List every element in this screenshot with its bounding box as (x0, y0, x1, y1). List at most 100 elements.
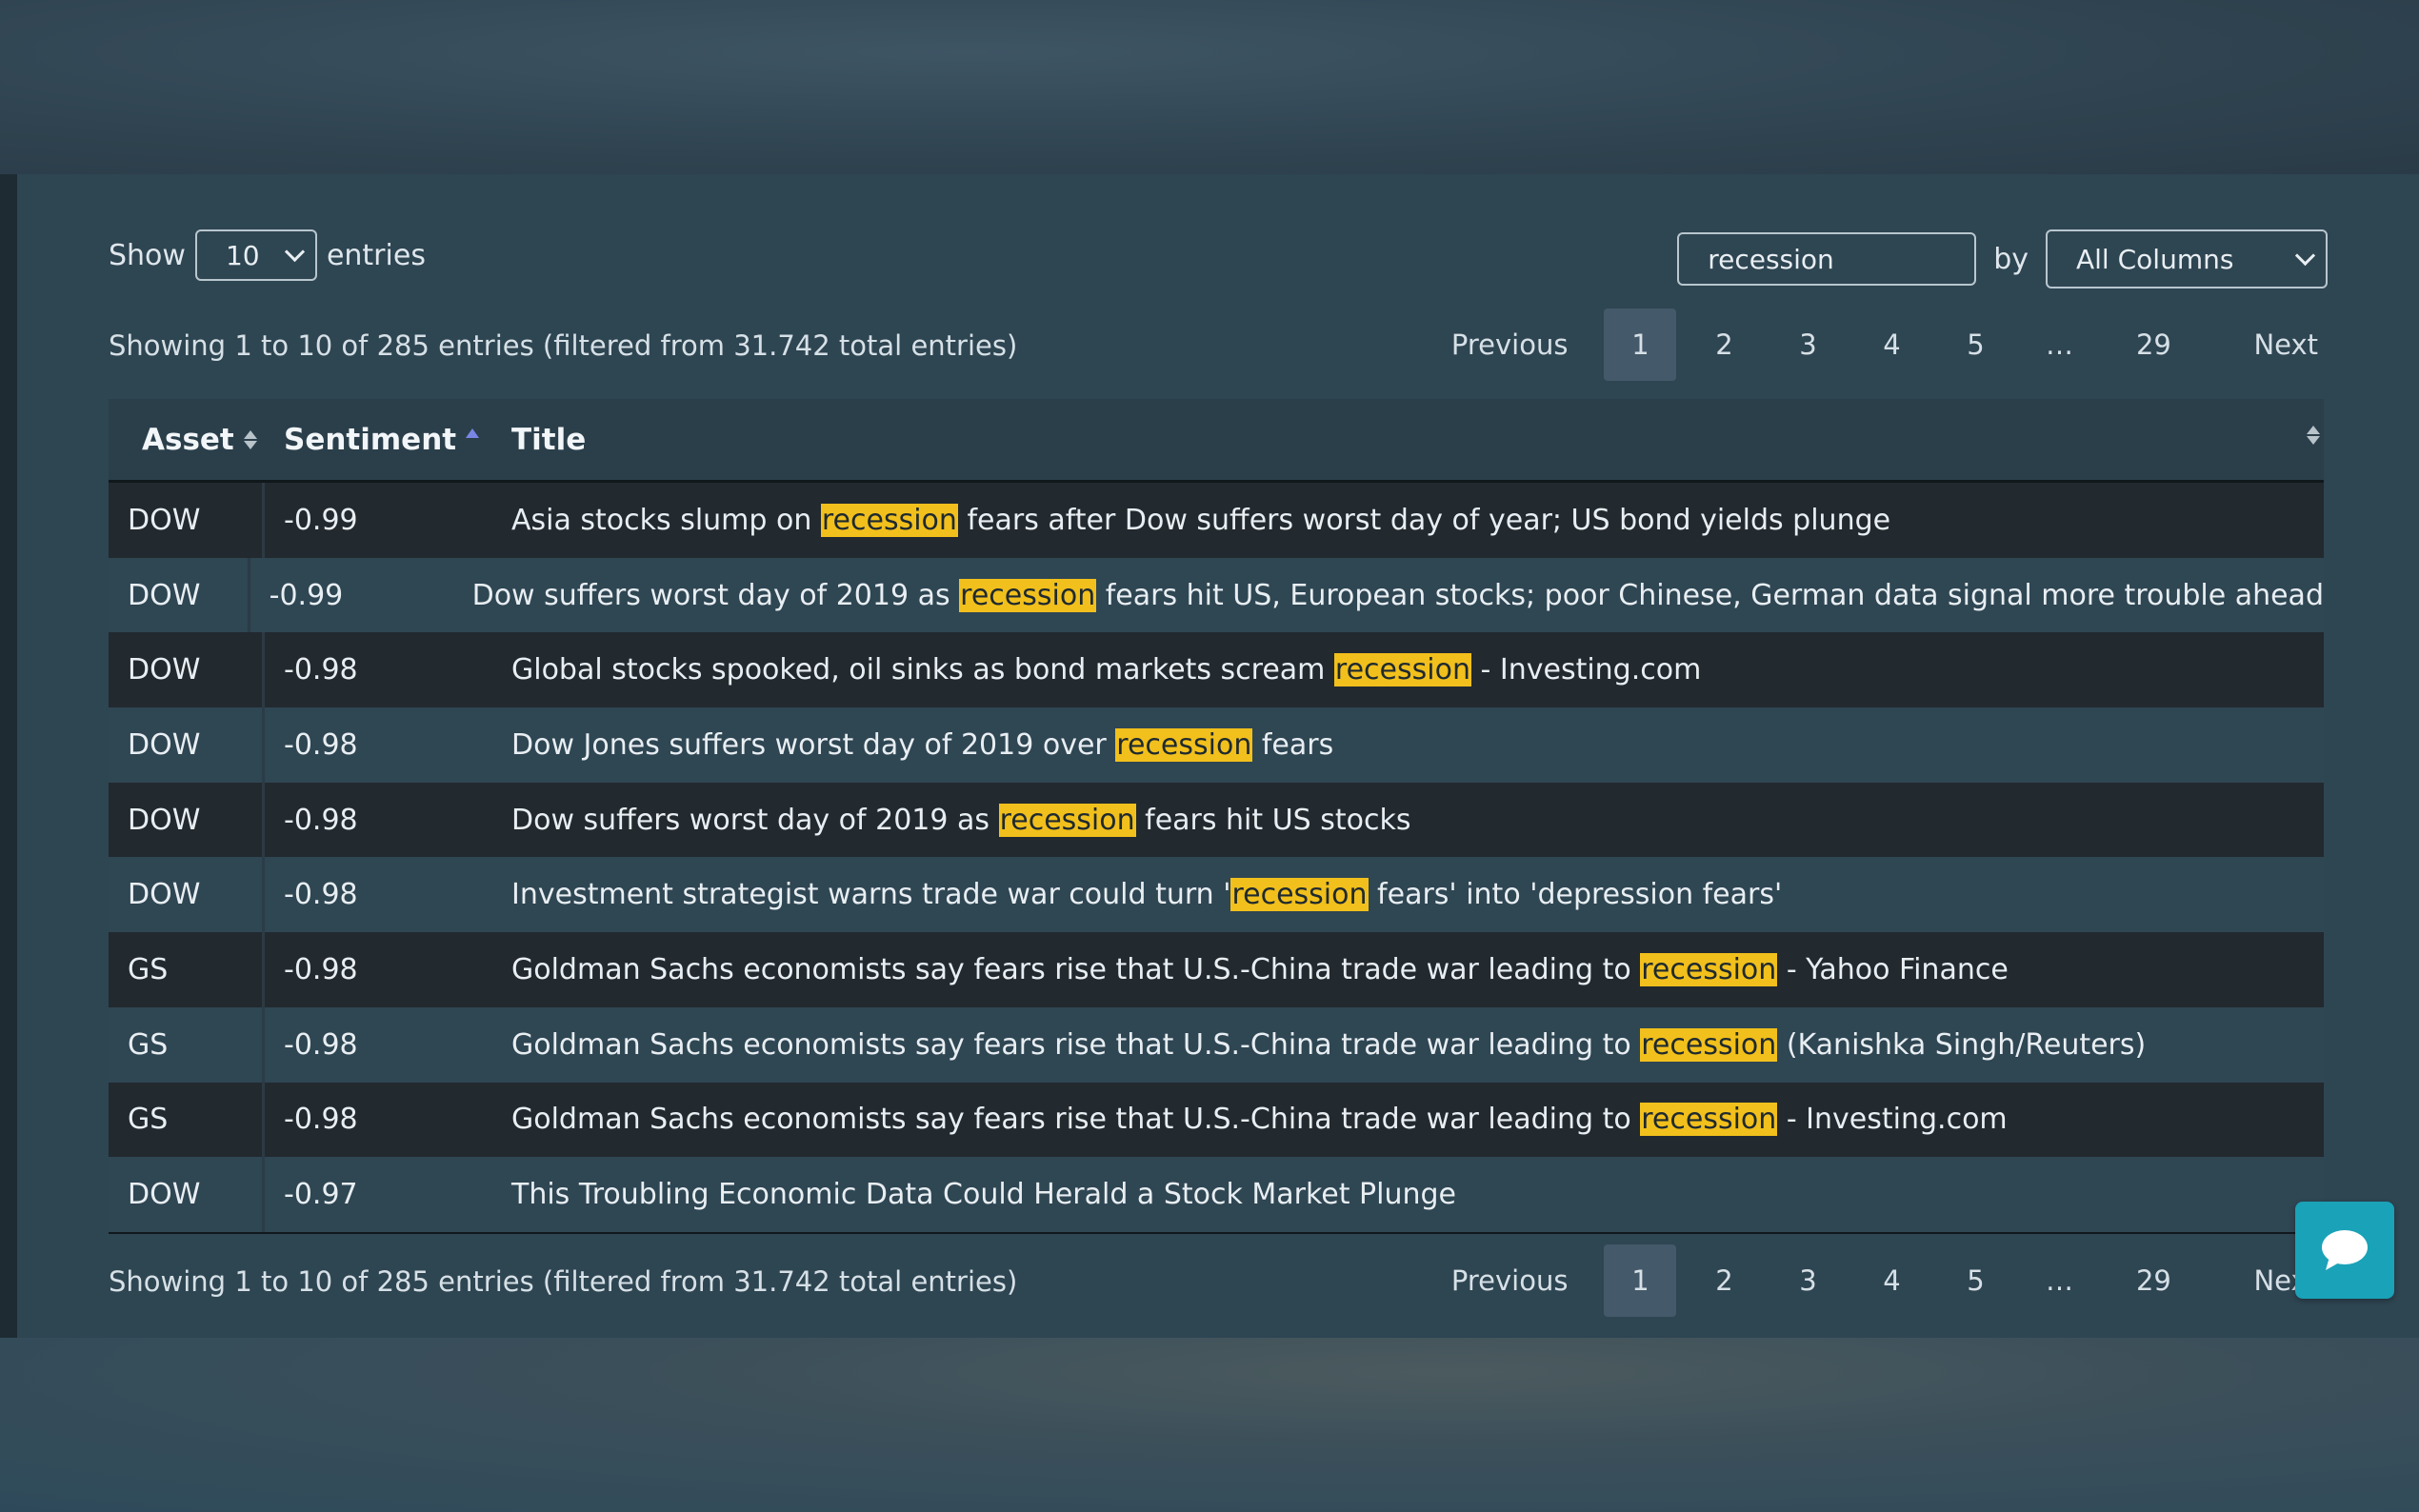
pagination-next[interactable]: Next (2206, 308, 2324, 381)
table-header: Asset Sentiment Title (109, 399, 2324, 483)
pagination-page[interactable]: 29 (2101, 1244, 2206, 1317)
column-header-sentiment[interactable]: Sentiment (265, 423, 511, 457)
pagination-page-current[interactable]: 1 (1604, 308, 1677, 381)
table-row[interactable]: DOW -0.98 Dow Jones suffers worst day of… (109, 707, 2324, 783)
sentiment-cell: -0.99 (269, 578, 344, 612)
pagination-page[interactable]: 3 (1766, 308, 1849, 381)
pagination-page[interactable]: 5 (1933, 1244, 2017, 1317)
title-text: - Investing.com (1470, 653, 1702, 687)
search-highlight: recession (1230, 878, 1369, 912)
asset-cell: DOW (109, 707, 265, 783)
title-text: (Kanishka Singh/Reuters) (1777, 1027, 2147, 1062)
chevron-down-icon (2294, 245, 2316, 266)
search-highlight: recession (820, 503, 958, 537)
column-scope-select[interactable]: All Columns (2046, 229, 2328, 288)
table-row[interactable]: GS -0.98 Goldman Sachs economists say fe… (109, 1082, 2324, 1158)
table-row[interactable]: DOW -0.99 Dow suffers worst day of 2019 … (109, 557, 2324, 633)
search-highlight: recession (1640, 1027, 1778, 1062)
title-text: fears (1252, 727, 1334, 762)
pagination-page[interactable]: 4 (1849, 1244, 1933, 1317)
pagination-ellipsis: … (2045, 1264, 2073, 1297)
sentiment-cell: -0.98 (284, 952, 358, 986)
title-cell: Asia stocks slump on recession fears aft… (511, 503, 2324, 537)
asset-cell: DOW (109, 557, 250, 633)
title-text: Goldman Sachs economists say fears rise … (511, 1027, 1641, 1062)
pagination-previous[interactable]: Previous (1446, 308, 1605, 381)
pagination-page[interactable]: 3 (1766, 1244, 1849, 1317)
search-input[interactable] (1677, 232, 1977, 286)
pagination-page[interactable]: 5 (1933, 308, 2017, 381)
table-row[interactable]: DOW -0.99 Asia stocks slump on recession… (109, 483, 2324, 558)
title-text: Dow suffers worst day of 2019 as (471, 578, 960, 612)
asset-cell: GS (109, 1006, 265, 1083)
length-prefix: Show (109, 238, 186, 272)
sentiment-cell: -0.98 (284, 1103, 358, 1137)
column-header-title[interactable]: Title (511, 423, 2324, 457)
table-row[interactable]: GS -0.98 Goldman Sachs economists say fe… (109, 1006, 2324, 1083)
sentiment-cell: -0.97 (284, 1178, 358, 1212)
title-text: Dow Jones suffers worst day of 2019 over (511, 727, 1116, 762)
title-text: Goldman Sachs economists say fears rise … (511, 1103, 1641, 1137)
title-text: - Yahoo Finance (1777, 952, 2009, 986)
asset-cell: DOW (109, 1157, 265, 1232)
sort-icon (243, 429, 257, 449)
length-menu: Show 10 entries (109, 229, 426, 281)
column-header-title-label: Title (511, 422, 587, 457)
sentiment-cell: -0.98 (284, 727, 358, 762)
pagination-page-current[interactable]: 1 (1604, 1244, 1677, 1317)
pagination-ellipsis: … (2045, 328, 2073, 361)
title-cell: Dow suffers worst day of 2019 as recessi… (511, 803, 2324, 837)
table-row[interactable]: DOW -0.98 Investment strategist warns tr… (109, 857, 2324, 933)
title-text: fears' into 'depression fears' (1368, 878, 1783, 912)
chat-bubble-icon (2322, 1230, 2368, 1270)
pagination-previous[interactable]: Previous (1446, 1244, 1605, 1317)
search-highlight: recession (1333, 653, 1471, 687)
chevron-down-icon (284, 241, 306, 262)
pagination-bottom: Previous 1 2 3 4 5 … 29 Next (1446, 1244, 2324, 1317)
title-text: fears after Dow suffers worst day of yea… (957, 503, 1891, 537)
title-cell: Investment strategist warns trade war co… (511, 878, 2324, 912)
title-cell: Global stocks spooked, oil sinks as bond… (511, 653, 2324, 687)
sort-icon (2307, 426, 2320, 445)
entries-select[interactable]: 10 (194, 229, 317, 281)
sort-ascending-icon (466, 428, 480, 438)
table-row[interactable]: DOW -0.97 This Troubling Economic Data C… (109, 1157, 2324, 1232)
column-header-asset[interactable]: Asset (109, 423, 265, 457)
asset-cell: DOW (109, 782, 265, 858)
footer-backdrop (0, 1338, 2419, 1512)
table-info-bottom: Showing 1 to 10 of 285 entries (filtered… (109, 1265, 1018, 1298)
table-footer-rule (109, 1231, 2324, 1234)
title-cell: Goldman Sachs economists say fears rise … (511, 1103, 2324, 1137)
title-text: Investment strategist warns trade war co… (511, 878, 1231, 912)
search-bar: by All Columns (1677, 229, 2328, 288)
asset-cell: DOW (109, 632, 265, 708)
title-cell: Goldman Sachs economists say fears rise … (511, 952, 2324, 986)
title-text: This Troubling Economic Data Could Heral… (511, 1178, 1457, 1212)
pagination-page[interactable]: 29 (2101, 308, 2206, 381)
table-row[interactable]: GS -0.98 Goldman Sachs economists say fe… (109, 932, 2324, 1007)
pagination-page[interactable]: 2 (1682, 1244, 1766, 1317)
asset-cell: GS (109, 932, 265, 1007)
table-body: DOW -0.99 Asia stocks slump on recession… (109, 483, 2324, 1232)
news-table: Asset Sentiment Title DOW -0.99 Asia sto… (109, 399, 2324, 1234)
search-highlight: recession (1640, 952, 1778, 986)
title-text: - Investing.com (1777, 1103, 2008, 1137)
pagination-page[interactable]: 2 (1682, 308, 1766, 381)
search-highlight: recession (998, 803, 1136, 837)
sentiment-cell: -0.98 (284, 803, 358, 837)
table-row[interactable]: DOW -0.98 Dow suffers worst day of 2019 … (109, 782, 2324, 858)
asset-cell: DOW (109, 483, 265, 558)
title-cell: This Troubling Economic Data Could Heral… (511, 1178, 2324, 1211)
table-row[interactable]: DOW -0.98 Global stocks spooked, oil sin… (109, 632, 2324, 708)
chat-button[interactable] (2295, 1202, 2394, 1299)
header-backdrop (0, 0, 2419, 174)
pagination-page[interactable]: 4 (1849, 308, 1933, 381)
title-cell: Dow Jones suffers worst day of 2019 over… (511, 727, 2324, 762)
search-highlight: recession (959, 578, 1097, 612)
title-cell: Goldman Sachs economists say fears rise … (511, 1027, 2324, 1062)
title-text: Asia stocks slump on (511, 503, 821, 537)
title-text: fears hit US stocks (1135, 803, 1411, 837)
column-scope-value: All Columns (2076, 243, 2234, 275)
pagination-top: Previous 1 2 3 4 5 … 29 Next (1446, 308, 2324, 381)
title-text: Dow suffers worst day of 2019 as (511, 803, 999, 837)
